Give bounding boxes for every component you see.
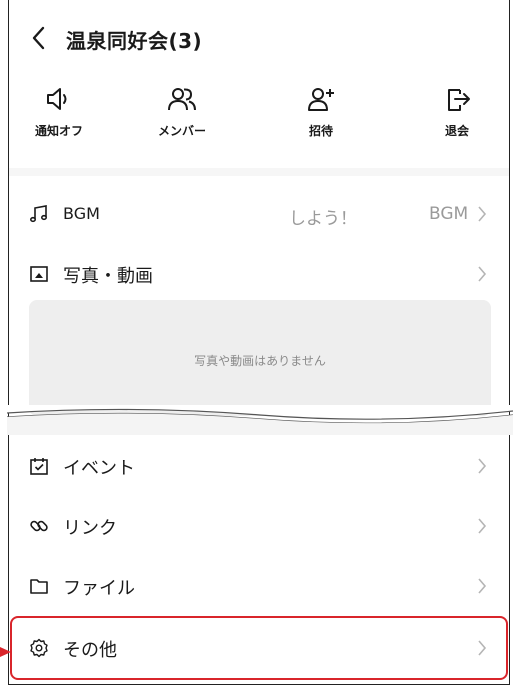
events-label: イベント <box>63 458 135 479</box>
bgm-label: BGM <box>63 204 100 223</box>
members-label: メンバー <box>157 124 206 138</box>
pointer-arrow-icon <box>0 647 11 657</box>
header: 温泉同好会(3) <box>9 0 509 80</box>
folder-icon <box>30 579 48 594</box>
chevron-right-icon <box>478 266 487 282</box>
back-arrow-icon[interactable] <box>29 24 49 52</box>
bgm-value-text: しよう！ <box>289 209 357 229</box>
notification-off-label: 通知オフ <box>34 124 83 138</box>
music-note-icon <box>29 205 48 223</box>
torn-edge-divider <box>7 405 513 435</box>
notification-off-button[interactable]: 通知オフ <box>9 80 109 160</box>
bgm-value-suffix: BGM <box>429 204 469 224</box>
chevron-right-icon <box>478 518 487 534</box>
media-empty-text: 写真や動画はありません <box>194 354 326 368</box>
photo-icon <box>30 266 48 282</box>
invite-user-icon <box>308 88 334 111</box>
action-bar: 通知オフ メンバー 招待 退会 <box>9 80 509 166</box>
links-label: リンク <box>63 518 117 539</box>
chevron-right-icon <box>478 578 487 594</box>
chevron-right-icon <box>478 458 487 474</box>
photos-videos-label: 写真・動画 <box>63 266 153 287</box>
section-divider <box>9 168 509 176</box>
highlight-box <box>10 616 508 680</box>
leave-label: 退会 <box>444 124 469 138</box>
invite-label: 招待 <box>308 124 333 138</box>
leave-icon <box>448 89 470 111</box>
bgm-row[interactable]: BGM しよう！ BGM <box>9 184 509 244</box>
chevron-right-icon <box>478 206 487 222</box>
link-icon <box>30 520 48 532</box>
files-row[interactable]: ファイル <box>9 556 509 616</box>
leave-button[interactable]: 退会 <box>407 80 507 160</box>
page-title: 温泉同好会(3) <box>66 29 203 53</box>
files-label: ファイル <box>63 578 135 599</box>
chat-settings-panel: 温泉同好会(3) 通知オフ メンバー 招待 退会 BGM しよう！ BGM 写真… <box>7 0 513 685</box>
links-row[interactable]: リンク <box>9 496 509 556</box>
invite-button[interactable]: 招待 <box>271 80 371 160</box>
calendar-check-icon <box>30 458 48 475</box>
events-row[interactable]: イベント <box>9 436 509 496</box>
photos-videos-row[interactable]: 写真・動画 <box>9 244 509 304</box>
media-placeholder: 写真や動画はありません <box>29 300 491 416</box>
speaker-muted-icon <box>47 88 67 110</box>
members-icon <box>168 88 196 111</box>
members-button[interactable]: メンバー <box>132 80 232 160</box>
